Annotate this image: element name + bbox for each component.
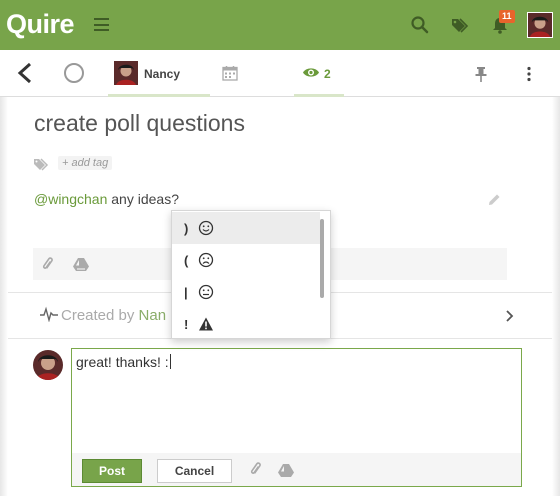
post-button[interactable]: Post [82,459,142,483]
panel-edge-right [552,97,560,496]
comment-footer: Post Cancel [72,453,521,486]
emoji-suggestion-popup: ) ( | ! [171,210,331,339]
activity-prefix: Created by [61,307,139,324]
pin-icon[interactable] [474,66,488,82]
task-toolbar: Nancy 2 [0,50,560,97]
emoji-option-frown[interactable]: ( [172,244,320,276]
assignee-name: Nancy [144,67,181,81]
text-caret [169,354,171,369]
panel-edge-left [0,97,8,496]
task-detail-page: Quire 11 Nancy 2 create poll questions +… [0,0,560,496]
activity-summary[interactable]: Created by Nan [61,307,166,324]
emoji-option-warning[interactable]: ! [172,308,320,338]
search-icon[interactable] [410,15,430,35]
emoji-option-smile[interactable]: ) [172,212,320,244]
assignee-button[interactable]: Nancy [108,50,210,97]
due-date-button[interactable] [220,50,292,97]
back-arrow-icon[interactable] [16,62,34,84]
task-description[interactable]: @wingchan any ideas? [34,191,179,207]
emoji-key: ) [184,221,189,236]
google-drive-icon[interactable] [73,257,89,271]
emoji-key: ( [184,253,189,268]
assignee-avatar [114,61,138,85]
commenter-avatar [33,350,63,380]
app-logo[interactable]: Quire [6,9,75,40]
eye-icon [303,68,319,77]
tag-icon [34,158,49,171]
paperclip-icon[interactable] [41,257,55,273]
paperclip-icon[interactable] [249,462,263,478]
task-title[interactable]: create poll questions [34,110,245,137]
activity-creator[interactable]: Nan [139,307,167,324]
smile-emoji-icon [198,220,214,236]
emoji-key: ! [184,317,189,332]
description-text: any ideas? [107,191,179,207]
edit-pencil-icon[interactable] [487,193,501,207]
chevron-right-icon[interactable] [505,310,515,322]
watchers-count: 2 [324,67,331,81]
app-header: Quire 11 [0,0,560,50]
watchers-button[interactable]: 2 [294,50,344,97]
popup-scrollbar[interactable] [320,219,324,298]
neutral-emoji-icon [198,284,214,300]
activity-pulse-icon [40,306,58,322]
comment-text: great! thanks! : [76,354,169,370]
google-drive-icon[interactable] [278,463,294,477]
emoji-key: | [184,285,188,300]
comment-editor[interactable]: great! thanks! : Post Cancel [71,348,522,487]
notification-badge: 11 [499,10,515,23]
cancel-button[interactable]: Cancel [157,459,232,483]
menu-icon[interactable] [94,18,109,31]
warning-icon [199,317,213,331]
user-avatar[interactable] [527,12,553,38]
emoji-option-neutral[interactable]: | [172,276,320,308]
tags-icon[interactable] [450,15,470,35]
frown-emoji-icon [198,252,214,268]
complete-task-toggle[interactable] [64,63,84,83]
mention-link[interactable]: @wingchan [34,191,107,207]
more-menu-icon[interactable] [526,66,532,82]
comment-input[interactable]: great! thanks! : [76,354,171,370]
add-tag-button[interactable]: + add tag [58,156,113,170]
calendar-icon [222,66,238,81]
